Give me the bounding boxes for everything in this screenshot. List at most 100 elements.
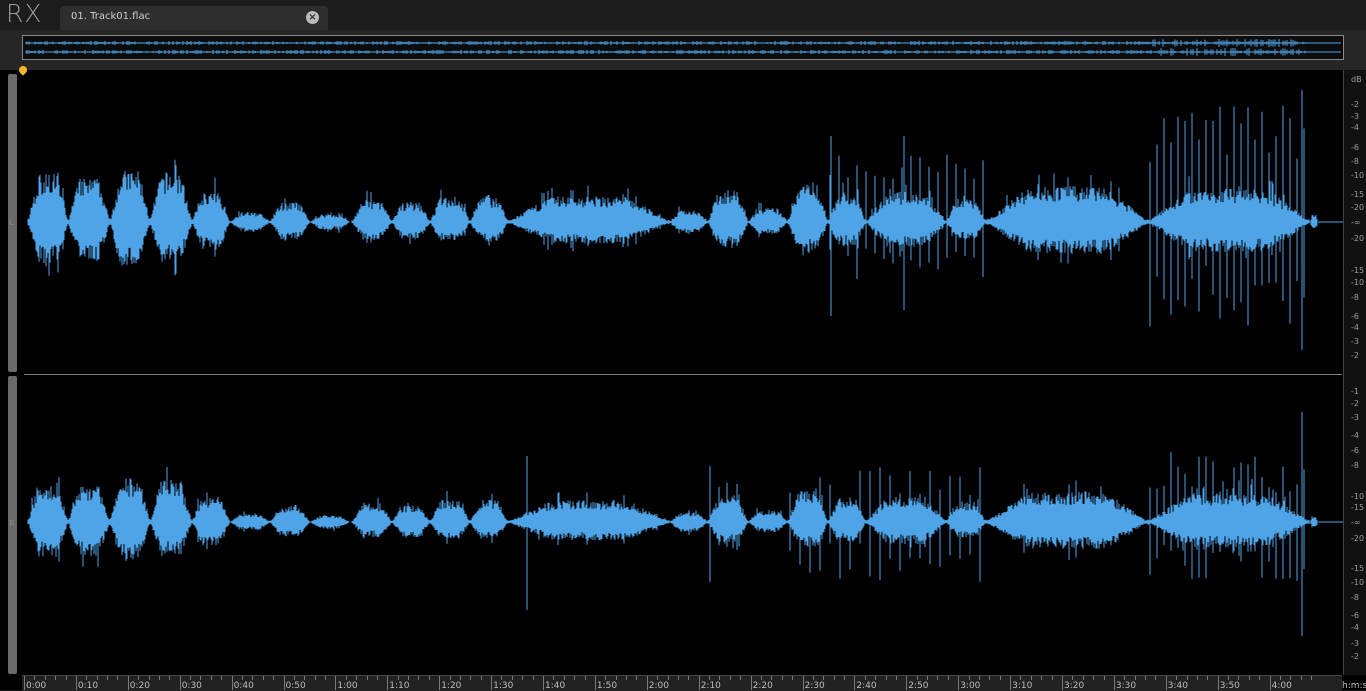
time-tick xyxy=(148,676,150,680)
time-tick xyxy=(34,676,36,680)
close-icon[interactable]: × xyxy=(306,11,319,24)
time-tick xyxy=(325,676,327,680)
db-tick-label: -10 xyxy=(1351,171,1365,180)
time-tick xyxy=(1279,676,1281,680)
time-tick xyxy=(677,676,679,680)
time-tick xyxy=(553,676,555,680)
app-logo: RX xyxy=(6,0,43,28)
db-tick-label: -4 xyxy=(1351,623,1359,632)
time-tick xyxy=(55,676,57,680)
time-tick xyxy=(833,676,835,680)
time-tick xyxy=(823,676,825,680)
time-tick xyxy=(1062,676,1063,690)
db-tick-label: -6 xyxy=(1351,143,1359,152)
db-unit-label: dB xyxy=(1351,75,1362,84)
time-tick xyxy=(262,676,264,680)
time-tick xyxy=(563,676,565,680)
waveform-overview[interactable] xyxy=(0,30,1366,70)
overview-waveform xyxy=(25,39,1341,56)
time-tick xyxy=(138,676,140,680)
time-tick xyxy=(190,676,192,680)
time-tick xyxy=(657,676,659,680)
time-tick xyxy=(802,676,804,690)
time-tick xyxy=(709,676,711,680)
db-tick-label: -15 xyxy=(1351,266,1365,275)
time-tick xyxy=(958,676,960,690)
time-tick xyxy=(221,676,223,680)
db-tick-label: -3 xyxy=(1351,413,1359,422)
time-tick xyxy=(906,676,908,690)
time-tick xyxy=(366,676,368,680)
time-tick xyxy=(356,676,358,680)
channel-label-left: L xyxy=(9,218,14,227)
db-tick-label: -8 xyxy=(1351,293,1359,302)
time-tick xyxy=(1176,676,1178,680)
time-tick xyxy=(594,676,596,690)
db-tick-label: -3 xyxy=(1351,639,1359,648)
waveform-channel xyxy=(27,412,1343,636)
db-tick-label: -10 xyxy=(1351,278,1365,287)
time-tick xyxy=(760,676,762,680)
db-tick-label: -4 xyxy=(1351,323,1359,332)
time-tick xyxy=(428,676,430,680)
time-tick xyxy=(532,676,534,680)
time-tick xyxy=(1228,676,1230,680)
time-tick xyxy=(459,676,461,680)
overview-frame[interactable] xyxy=(22,35,1344,60)
db-tick-label: -1 xyxy=(1351,387,1359,396)
time-tick xyxy=(864,676,866,680)
file-tab[interactable]: 01. Track01.flac × xyxy=(60,6,328,30)
time-tick xyxy=(968,676,970,680)
time-tick xyxy=(1248,676,1250,680)
db-tick-label: -10 xyxy=(1351,578,1365,587)
time-tick xyxy=(1051,676,1053,680)
time-tick xyxy=(1196,676,1198,680)
time-tick xyxy=(812,676,814,680)
db-tick-label: -6 xyxy=(1351,312,1359,321)
time-tick xyxy=(667,676,669,680)
time-tick xyxy=(875,676,877,680)
time-tick xyxy=(1269,676,1271,690)
time-tick xyxy=(304,676,306,680)
time-tick xyxy=(574,676,576,680)
time-tick xyxy=(771,676,773,680)
time-tick xyxy=(844,676,846,680)
time-tick xyxy=(231,676,233,690)
waveform-view[interactable]: L R dB h:m:s 0:00 0:10 0:20 0:30 0:40 0:50 1:0… xyxy=(0,70,1366,691)
time-tick xyxy=(210,676,212,680)
time-tick xyxy=(927,676,929,680)
time-tick xyxy=(1030,676,1032,680)
time-tick xyxy=(1207,676,1209,680)
time-tick xyxy=(1311,676,1313,680)
time-tick xyxy=(1217,676,1219,690)
db-tick-label: -4 xyxy=(1351,123,1359,132)
time-tick xyxy=(293,676,295,680)
time-tick xyxy=(387,676,389,690)
time-tick xyxy=(1020,676,1022,680)
time-tick xyxy=(252,676,254,680)
time-tick xyxy=(740,676,742,680)
time-tick xyxy=(792,676,794,680)
time-tick xyxy=(1238,676,1240,680)
waveform-channel xyxy=(27,90,1343,350)
time-tick xyxy=(1165,676,1167,690)
time-tick xyxy=(1103,676,1105,680)
time-tick xyxy=(989,676,991,680)
time-tick xyxy=(470,676,472,680)
overview-channel xyxy=(25,39,1341,47)
time-tick xyxy=(1155,676,1157,680)
time-tick xyxy=(169,676,171,680)
time-tick xyxy=(947,676,949,680)
time-tick xyxy=(854,676,856,690)
time-tick xyxy=(127,676,129,690)
db-tick-label: -3 xyxy=(1351,337,1359,346)
channel-label-right: R xyxy=(9,519,15,528)
time-tick xyxy=(86,676,88,680)
time-tick xyxy=(605,676,607,680)
time-tick xyxy=(1072,676,1074,680)
overview-channel xyxy=(25,48,1341,56)
waveform-canvas[interactable] xyxy=(0,70,1343,675)
time-tick xyxy=(1259,676,1261,680)
time-tick xyxy=(978,676,980,680)
time-ruler[interactable]: h:m:s 0:00 0:10 0:20 0:30 0:40 0:50 1:00 1:10 1:… xyxy=(22,675,1366,691)
